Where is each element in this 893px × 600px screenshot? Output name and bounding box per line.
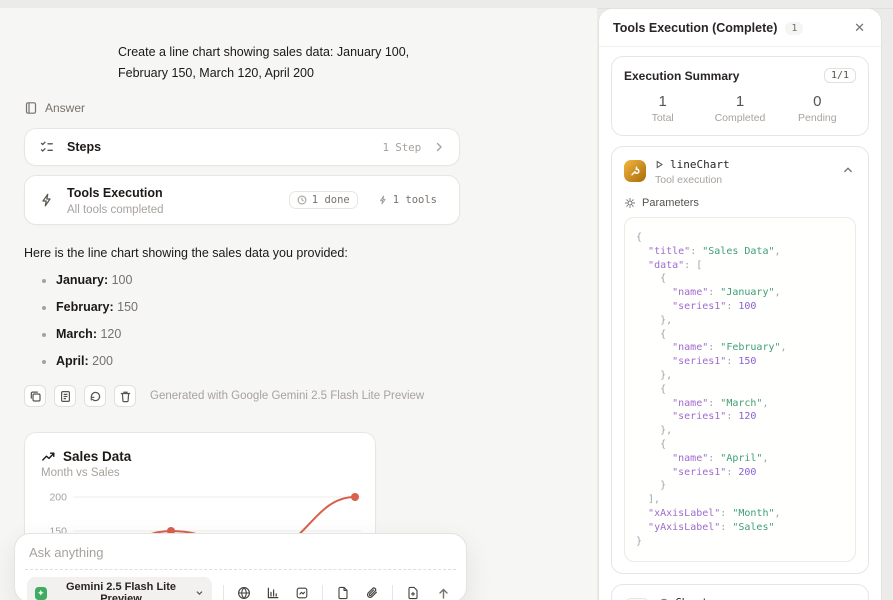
svg-text:200: 200 <box>49 492 67 504</box>
app-root: Create a line chart showing sales data: … <box>0 0 893 600</box>
collapse-tool-button[interactable] <box>840 162 856 178</box>
toolbar-divider <box>223 585 224 600</box>
attach-button[interactable] <box>363 584 381 600</box>
send-button[interactable] <box>433 585 454 600</box>
user-message: Create a line chart showing sales data: … <box>118 42 448 84</box>
steps-card[interactable]: Steps 1 Step <box>24 128 460 166</box>
chevron-up-icon <box>842 164 854 176</box>
wrench-icon <box>624 160 646 182</box>
tools-title: Tools Execution <box>67 186 163 200</box>
chevron-down-icon <box>195 588 204 598</box>
tools-execution-panel: Tools Execution (Complete) 1 ✕ Execution… <box>598 8 882 600</box>
summary-stats: 1 Total 1 Completed 0 Pending <box>624 93 856 124</box>
toolbar-divider <box>392 585 393 600</box>
chat-input[interactable] <box>27 544 458 561</box>
model-name: Gemini 2.5 Flash Lite Preview <box>53 581 190 600</box>
model-selector[interactable]: ✦ Gemini 2.5 Flash Lite Preview <box>27 577 212 600</box>
panel-title: Tools Execution (Complete) <box>613 21 777 35</box>
answer-intro-text: Here is the line chart showing the sales… <box>24 246 460 260</box>
chart-subtitle: Month vs Sales <box>25 464 375 479</box>
close-icon[interactable]: ✕ <box>852 20 867 36</box>
bar-chart-icon <box>266 586 280 600</box>
answer-label: Answer <box>45 101 85 115</box>
stat-completed: 1 Completed <box>701 93 778 124</box>
chart-result-card: Chart lineChart Sales Data Month vs Sale… <box>611 584 869 600</box>
gear-icon <box>624 197 636 209</box>
trash-icon <box>119 390 132 403</box>
file-plus-icon <box>406 586 420 600</box>
panel-header: Tools Execution (Complete) 1 ✕ <box>599 9 881 47</box>
list-item: February: 150 <box>42 300 460 314</box>
composer-divider <box>25 569 456 570</box>
chat-main: Create a line chart showing sales data: … <box>0 8 597 600</box>
tool-subtitle: Tool execution <box>655 174 730 186</box>
paperclip-icon <box>365 586 379 600</box>
charts-button[interactable] <box>264 584 282 600</box>
tool-name: lineChart <box>670 158 730 171</box>
add-file-button[interactable] <box>334 584 352 600</box>
document-icon <box>59 390 72 403</box>
refresh-icon <box>89 390 102 403</box>
list-checks-icon <box>39 139 55 155</box>
arrow-up-icon <box>437 587 450 600</box>
stat-pending: 0 Pending <box>779 93 856 124</box>
composer: ✦ Gemini 2.5 Flash Lite Preview <box>14 533 467 600</box>
done-count-badge: 1 done <box>289 191 358 209</box>
chat-thread: Create a line chart showing sales data: … <box>0 42 460 600</box>
tools-count-badge: 1 tools <box>370 191 445 209</box>
chevron-right-icon <box>433 141 445 153</box>
tools-execution-card[interactable]: Tools Execution All tools completed 1 do… <box>24 175 460 225</box>
delete-button[interactable] <box>114 385 136 407</box>
book-icon <box>24 101 38 115</box>
toolbar-divider <box>322 585 323 600</box>
file-icon <box>336 586 350 600</box>
copy-icon <box>29 390 42 403</box>
stat-total: 1 Total <box>624 93 701 124</box>
generated-with-caption: Generated with Google Gemini 2.5 Flash L… <box>150 390 424 402</box>
zap-icon <box>39 192 55 208</box>
panel-count-badge: 1 <box>785 22 803 35</box>
message-actions: Generated with Google Gemini 2.5 Flash L… <box>24 385 460 407</box>
new-file-button[interactable] <box>404 584 422 600</box>
list-item: April: 200 <box>42 354 460 368</box>
steps-title: Steps <box>67 140 101 154</box>
answer-label-row: Answer <box>24 101 460 115</box>
canvas-icon <box>295 586 309 600</box>
sales-bullet-list: January: 100 February: 150 March: 120 April… <box>24 273 460 368</box>
gemini-green-icon: ✦ <box>35 587 47 600</box>
parameters-label: Parameters <box>642 197 699 209</box>
run-triangle-icon <box>655 160 664 169</box>
regenerate-button[interactable] <box>84 385 106 407</box>
tools-subtitle: All tools completed <box>67 204 164 216</box>
trending-up-icon <box>41 449 56 464</box>
list-item: January: 100 <box>42 273 460 287</box>
steps-count: 1 Step <box>382 141 421 154</box>
summary-ratio-badge: 1/1 <box>824 68 856 83</box>
execution-summary-title: Execution Summary <box>624 69 739 83</box>
linechart-tool-card: lineChart Tool execution Parameters <box>611 146 869 574</box>
copy-button[interactable] <box>24 385 46 407</box>
parameters-code-block: { "title": "Sales Data", "data": [ { "na… <box>624 217 856 562</box>
canvas-button[interactable] <box>293 584 311 600</box>
list-item: March: 120 <box>42 327 460 341</box>
chart-tool-label: Chart <box>675 596 708 600</box>
chart-title: Sales Data <box>63 449 131 464</box>
globe-icon <box>237 586 251 600</box>
execution-summary-card: Execution Summary 1/1 1 Total 1 Complete… <box>611 56 869 136</box>
export-document-button[interactable] <box>54 385 76 407</box>
web-search-button[interactable] <box>235 584 253 600</box>
